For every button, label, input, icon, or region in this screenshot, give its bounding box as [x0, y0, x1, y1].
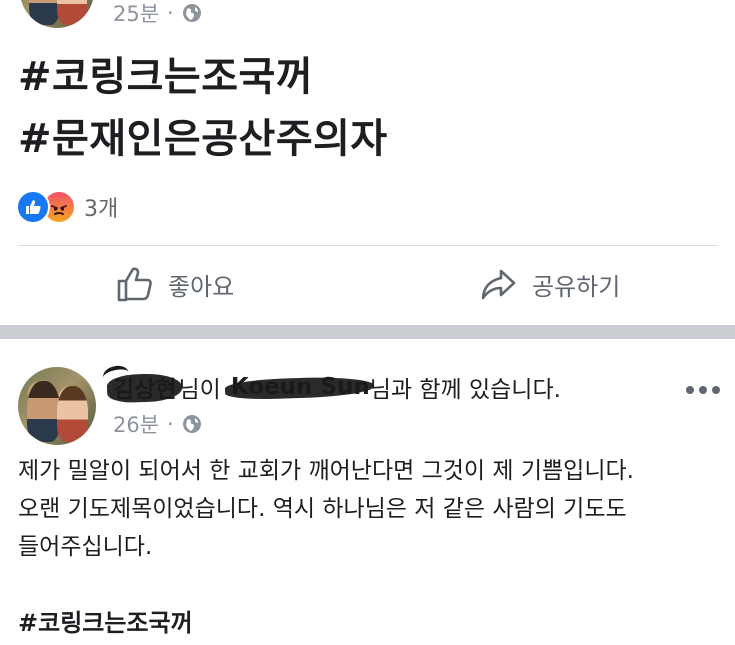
post1-divider [18, 245, 718, 246]
share-arrow-icon [481, 269, 516, 300]
share-button[interactable]: 공유하기 [480, 265, 620, 303]
author-name[interactable]: 김상현 [113, 370, 178, 404]
post1-reactions[interactable]: 3개 [16, 190, 118, 224]
post2-hashtag[interactable]: #코링크는조국꺼 [18, 603, 193, 638]
more-dot [699, 386, 707, 394]
more-dot [686, 386, 694, 394]
post1-hashtag-1[interactable]: #코링크는조국꺼 [18, 44, 313, 102]
share-button-label: 공유하기 [532, 272, 621, 301]
thumbs-up-icon [117, 267, 152, 302]
like-reaction-icon [16, 190, 50, 224]
post2-body: 제가 밀알이 되어서 한 교회가 깨어난다면 그것이 제 기쁨입니다. 오랜 기… [18, 452, 723, 566]
feed-separator [0, 325, 735, 339]
like-button[interactable]: 좋아요 [116, 265, 234, 303]
meta-separator: · [167, 412, 174, 436]
body-line: 제가 밀알이 되어서 한 교회가 깨어난다면 그것이 제 기쁨입니다. [18, 458, 634, 484]
like-button-label: 좋아요 [168, 272, 235, 301]
more-options-button[interactable] [686, 386, 720, 394]
globe-icon [182, 4, 201, 22]
with-suffix: 님과 함께 있습니다. [369, 377, 561, 403]
post1-author-avatar[interactable] [20, 0, 94, 28]
post2-author-avatar[interactable] [18, 367, 96, 445]
globe-icon [182, 415, 201, 433]
meta-separator: · [167, 1, 174, 25]
post1-meta: 25분 · [113, 0, 202, 28]
post1-hashtag-2[interactable]: #문재인은공산주의자 [18, 106, 388, 164]
post2-meta: 26분 · [113, 409, 202, 439]
tagged-user-text: Koeun Sun [230, 374, 370, 400]
reaction-count[interactable]: 3개 [84, 191, 118, 223]
tagged-user-name[interactable]: Koeun Sun [231, 374, 370, 400]
post1-timestamp[interactable]: 25분 [113, 0, 159, 28]
post2-timestamp[interactable]: 26분 [113, 409, 159, 439]
with-particle: 님이 [178, 377, 221, 403]
author-name-text: 김상현 [113, 377, 177, 403]
more-dot [712, 386, 720, 394]
body-line: 들어주십니다. [18, 534, 153, 560]
post2-header: 김상현 님이 Koeun Sun 님과 함께 있습니다. [113, 370, 561, 404]
body-line: 오랜 기도제목이었습니다. 역시 하나님은 저 같은 사람의 기도도 [18, 496, 627, 522]
